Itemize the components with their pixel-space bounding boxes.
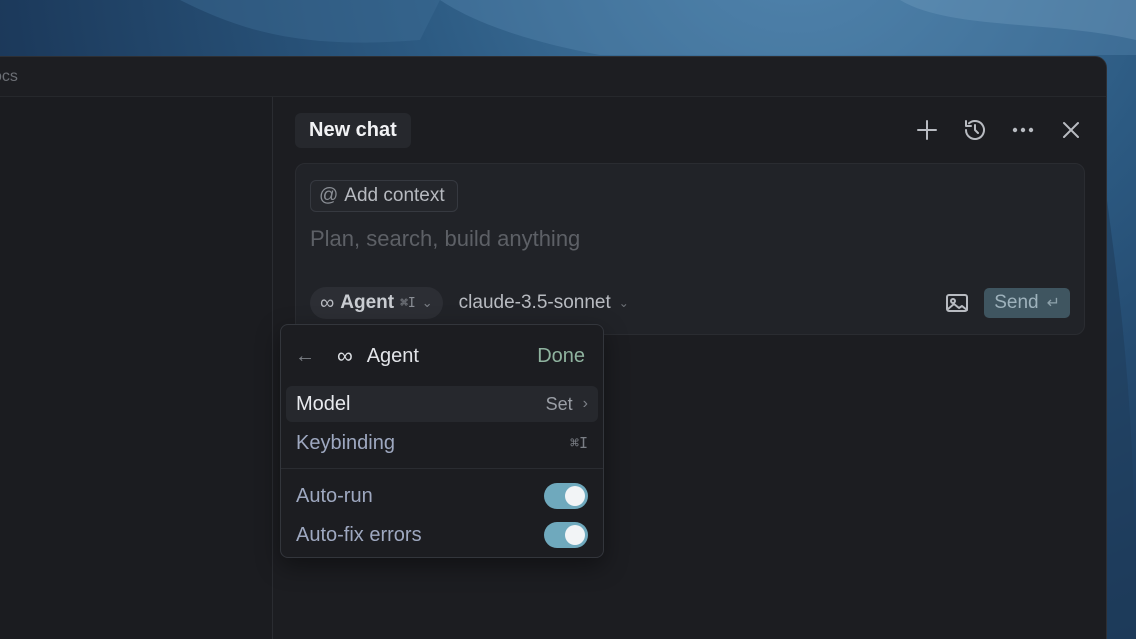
- mode-shortcut: ⌘I: [400, 295, 416, 311]
- divider: [281, 468, 603, 469]
- infinity-icon: ∞: [320, 291, 335, 314]
- plus-icon[interactable]: [914, 117, 940, 143]
- menu-item-label: Model: [296, 392, 351, 415]
- toggle-row-auto-fix: Auto-fix errors: [286, 517, 598, 553]
- app-window: ocs New chat @: [0, 56, 1107, 639]
- composer-footer: ∞ Agent ⌘I ⌄ claude-3.5-sonnet ⌄ Send ↵: [310, 286, 1070, 320]
- model-label: claude-3.5-sonnet: [458, 292, 611, 313]
- send-label: Send: [994, 292, 1039, 313]
- menu-item-model[interactable]: Model Set ›: [286, 386, 598, 422]
- history-icon[interactable]: [962, 117, 988, 143]
- menu-item-value: Set ›: [546, 394, 588, 415]
- keybinding-value: ⌘I: [569, 434, 588, 452]
- more-icon[interactable]: [1010, 117, 1036, 143]
- toggle-container: [544, 522, 588, 548]
- title-bar: ocs: [0, 57, 1106, 97]
- chevron-down-icon: ⌄: [618, 296, 629, 310]
- agent-settings-popover: ← ∞ Agent Done Model Set › Keybinding ⌘I: [280, 324, 604, 558]
- toggle-label: Auto-run: [296, 484, 373, 507]
- menu-item-keybinding[interactable]: Keybinding ⌘I: [286, 425, 598, 461]
- back-arrow-icon[interactable]: ←: [295, 345, 321, 368]
- toggle-row-auto-run: Auto-run: [286, 478, 598, 514]
- prompt-input[interactable]: [310, 224, 1050, 254]
- auto-run-toggle[interactable]: [544, 483, 588, 509]
- mode-label: Agent: [340, 292, 395, 313]
- infinity-icon: ∞: [337, 343, 353, 368]
- window-title: ocs: [0, 67, 18, 85]
- chat-composer: @ Add context ∞ Agent ⌘I ⌄ claude-3.5-so…: [295, 163, 1085, 335]
- chevron-right-icon: ›: [582, 395, 588, 412]
- popover-header: ← ∞ Agent Done: [295, 339, 585, 373]
- done-button[interactable]: Done: [537, 345, 585, 368]
- add-context-button[interactable]: @ Add context: [310, 180, 458, 212]
- header-actions: [914, 117, 1084, 143]
- chat-panel: New chat @ Add context Plan, search, bui…: [273, 97, 1106, 639]
- chat-tab-title[interactable]: New chat: [295, 112, 411, 148]
- sidebar: [0, 97, 273, 639]
- menu-item-label: Keybinding: [296, 431, 395, 454]
- chat-header: New chat: [295, 111, 1084, 149]
- model-selector[interactable]: claude-3.5-sonnet ⌄: [459, 292, 629, 314]
- add-context-label: Add context: [344, 185, 445, 206]
- send-button[interactable]: Send ↵: [984, 288, 1070, 318]
- toggle-label: Auto-fix errors: [296, 523, 422, 546]
- auto-fix-toggle[interactable]: [544, 522, 588, 548]
- model-value: Set: [545, 393, 573, 414]
- image-icon[interactable]: [944, 290, 970, 316]
- popover-title: Agent: [366, 344, 419, 367]
- close-icon[interactable]: [1058, 117, 1084, 143]
- toggle-knob: [565, 525, 585, 545]
- mode-selector[interactable]: ∞ Agent ⌘I ⌄: [310, 287, 443, 319]
- enter-icon: ↵: [1046, 295, 1060, 312]
- chevron-down-icon: ⌄: [421, 295, 433, 310]
- composer-actions: Send ↵: [944, 288, 1070, 318]
- toggle-container: [544, 483, 588, 509]
- toggle-knob: [565, 486, 585, 506]
- menu-item-value: ⌘I: [570, 434, 588, 452]
- at-icon: @: [319, 185, 339, 206]
